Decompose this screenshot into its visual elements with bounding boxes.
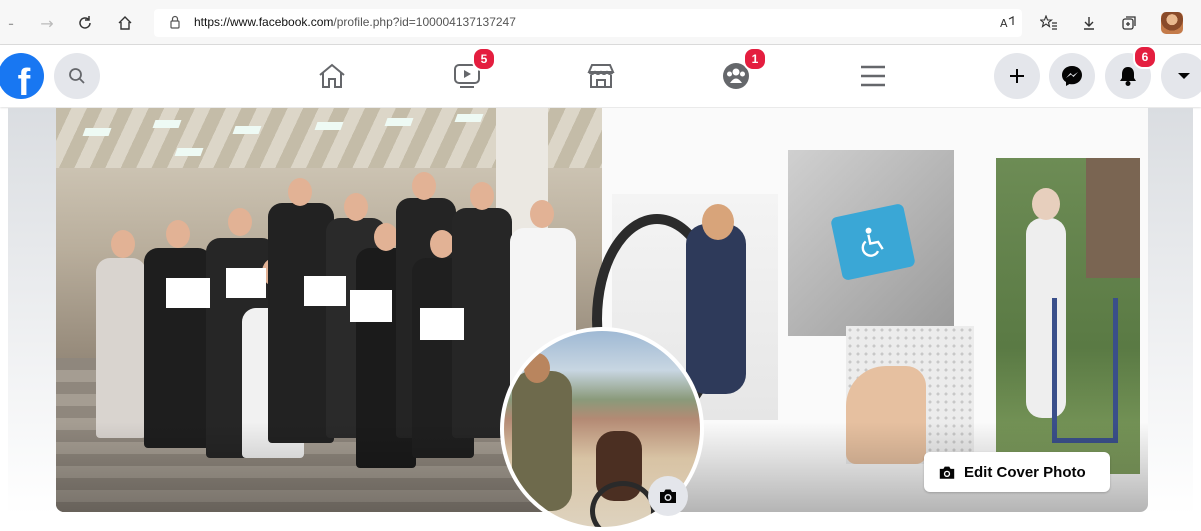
svg-text:A: A (1000, 17, 1008, 30)
man-figure (512, 371, 572, 511)
camera-icon (660, 489, 676, 503)
messenger-icon (1062, 66, 1082, 86)
watch-badge: 5 (472, 47, 496, 71)
person-head (111, 230, 135, 258)
edit-cover-photo-label: Edit Cover Photo (964, 463, 1086, 481)
tab-marketplace[interactable] (578, 53, 624, 99)
wheelchair-icon (861, 227, 884, 257)
person-head (530, 200, 554, 228)
messenger-button[interactable] (1049, 53, 1095, 99)
read-aloud-icon[interactable]: A (996, 12, 1018, 34)
ceiling-light (152, 120, 182, 128)
home-icon (319, 63, 345, 88)
groups-badge: 1 (743, 47, 767, 71)
facebook-logo-letter: f (17, 62, 31, 99)
url-domain: https://www.facebook.com (194, 15, 334, 29)
url-text: https://www.facebook.com/profile.php?id=… (194, 15, 516, 29)
lock-icon[interactable] (168, 15, 182, 29)
diploma (226, 268, 266, 298)
person-head (344, 193, 368, 221)
ceiling-light (82, 128, 112, 136)
person-head (374, 223, 398, 251)
favorites-icon[interactable] (1038, 12, 1060, 34)
url-path: /profile.php?id=100004137137247 (333, 15, 516, 29)
athlete-head (702, 204, 734, 240)
collections-icon[interactable] (1118, 12, 1140, 34)
person-figure (96, 258, 146, 438)
ceiling-light (174, 148, 204, 156)
forward-icon[interactable]: → (36, 12, 58, 34)
browser-profile-avatar[interactable] (1161, 12, 1183, 34)
ceiling-light (384, 118, 414, 126)
facebook-logo[interactable]: f (0, 53, 44, 99)
athlete-figure (686, 224, 746, 394)
tab-groups[interactable]: 1 (713, 47, 767, 99)
address-bar[interactable]: https://www.facebook.com/profile.php?id=… (154, 9, 1022, 37)
house (1086, 158, 1140, 278)
notifications-badge: 6 (1133, 45, 1157, 69)
notifications-button[interactable]: 6 (1105, 45, 1157, 99)
person-head (228, 208, 252, 236)
camera-icon (939, 466, 955, 479)
diploma (420, 308, 464, 340)
person-head (412, 172, 436, 200)
person-figure (268, 203, 334, 443)
facebook-top-nav: f 5 1 6 (0, 45, 1201, 107)
person-head (430, 230, 454, 258)
edit-cover-photo-button[interactable]: Edit Cover Photo (924, 452, 1110, 492)
ceiling-light (454, 114, 484, 122)
ceiling-light (314, 122, 344, 130)
diploma (166, 278, 210, 308)
bell-icon (1120, 67, 1136, 86)
person-head (288, 178, 312, 206)
browser-toolbar: - → https://www.facebook.com/profile.php… (0, 0, 1201, 45)
ceiling-light (232, 126, 262, 134)
refresh-icon[interactable] (74, 12, 96, 34)
profile-photo-camera-button[interactable] (648, 476, 688, 516)
create-button[interactable] (994, 53, 1040, 99)
man-head (524, 353, 550, 383)
tab-watch[interactable]: 5 (444, 47, 496, 99)
search-button[interactable] (54, 53, 100, 99)
diploma (304, 276, 346, 306)
woman-head (1032, 188, 1060, 220)
tab-menu[interactable] (850, 53, 896, 99)
accessibility-key (830, 203, 916, 281)
home-icon[interactable] (114, 12, 136, 34)
hamburger-menu-icon (861, 65, 885, 87)
wheelchair (590, 481, 656, 527)
account-button[interactable] (1161, 53, 1201, 99)
chevron-down-icon (1178, 73, 1190, 79)
plus-icon (1010, 69, 1024, 83)
back-icon[interactable]: - (0, 12, 22, 34)
store-icon (587, 64, 615, 88)
tab-home[interactable] (309, 53, 355, 99)
collage-accessibility-keyboard (788, 150, 954, 336)
person-head (166, 220, 190, 248)
diploma (350, 290, 392, 322)
downloads-icon[interactable] (1078, 12, 1100, 34)
person-head (470, 182, 494, 210)
search-icon (69, 68, 85, 84)
